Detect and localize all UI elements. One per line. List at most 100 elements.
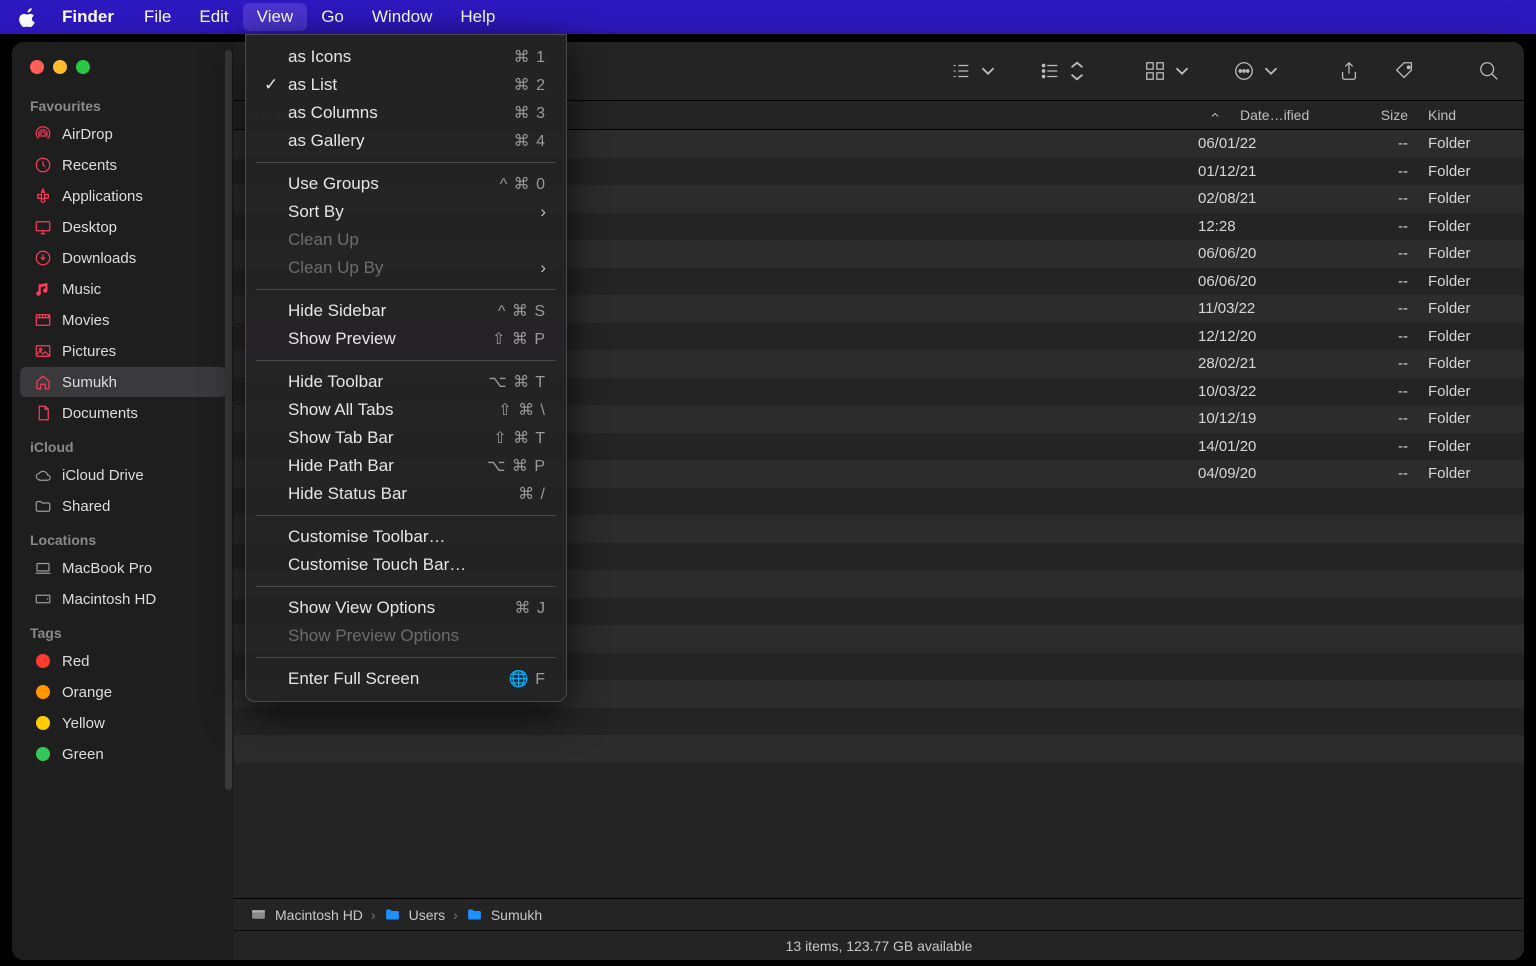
menu-item-sort-by[interactable]: Sort By› [246, 198, 566, 226]
sidebar-item-label: Macintosh HD [62, 591, 156, 608]
menubar-item-window[interactable]: Window [358, 3, 446, 31]
sidebar-item-sumukh[interactable]: Sumukh [20, 367, 226, 397]
menu-item-customise-touch-bar[interactable]: Customise Touch Bar… [246, 551, 566, 579]
view-options-button[interactable] [1033, 56, 1094, 86]
sidebar-item-label: Recents [62, 157, 117, 174]
group-by-button[interactable] [944, 56, 1005, 86]
sidebar-item-documents[interactable]: Documents [20, 398, 226, 428]
menu-item-hide-path-bar[interactable]: Hide Path Bar⌥ ⌘ P [246, 452, 566, 480]
menu-separator [256, 586, 556, 587]
sidebar-heading: Tags [12, 615, 234, 645]
sidebar-item-music[interactable]: Music [20, 274, 226, 304]
menu-item-label: Show Tab Bar [288, 428, 394, 448]
menu-item-hide-toolbar[interactable]: Hide Toolbar⌥ ⌘ T [246, 368, 566, 396]
sidebar-item-applications[interactable]: Applications [20, 181, 226, 211]
menubar-app[interactable]: Finder [48, 3, 128, 31]
column-date[interactable]: Date…ified [1232, 107, 1340, 123]
apple-logo-icon[interactable] [18, 7, 38, 27]
sidebar-scrollbar[interactable] [225, 50, 232, 790]
menu-separator [256, 657, 556, 658]
sidebar-item-macbook-pro[interactable]: MacBook Pro [20, 553, 226, 583]
sidebar-item-icloud-drive[interactable]: iCloud Drive [20, 460, 226, 490]
icon-view-button[interactable] [1138, 56, 1199, 86]
menu-item-show-preview[interactable]: Show Preview⇧ ⌘ P [246, 325, 566, 353]
column-kind[interactable]: Kind [1428, 107, 1524, 123]
minimize-button[interactable] [53, 60, 67, 74]
sidebar-item-downloads[interactable]: Downloads [20, 243, 226, 273]
sidebar-item-macintosh-hd[interactable]: Macintosh HD [20, 584, 226, 614]
chevron-right-icon: › [540, 258, 546, 278]
menu-shortcut: ⌘ 3 [514, 103, 546, 123]
tag-icon [34, 745, 52, 763]
sidebar-heading: Locations [12, 522, 234, 552]
search-button[interactable] [1472, 56, 1506, 86]
action-menu-button[interactable] [1227, 56, 1288, 86]
menubar-item-go[interactable]: Go [307, 3, 358, 31]
sort-indicator-icon[interactable] [1198, 109, 1232, 121]
sidebar-item-green[interactable]: Green [20, 739, 226, 769]
table-row[interactable] [234, 735, 1524, 763]
cell-size: -- [1340, 465, 1428, 482]
window-controls [12, 54, 234, 88]
menu-item-label: as Columns [288, 103, 378, 123]
tags-button[interactable] [1388, 56, 1422, 86]
sidebar-item-yellow[interactable]: Yellow [20, 708, 226, 738]
menu-item-label: as Icons [288, 47, 351, 67]
path-bar: Macintosh HD › Users › Sumukh [234, 898, 1524, 930]
menu-item-use-groups[interactable]: Use Groups ^ ⌘ 0 [246, 170, 566, 198]
menu-item-hide-sidebar[interactable]: Hide Sidebar^ ⌘ S [246, 297, 566, 325]
sidebar-item-desktop[interactable]: Desktop [20, 212, 226, 242]
cell-date: 06/06/20 [1198, 245, 1340, 262]
menu-item-as-gallery[interactable]: as Gallery⌘ 4 [246, 127, 566, 155]
sidebar-item-red[interactable]: Red [20, 646, 226, 676]
menu-item-show-tab-bar[interactable]: Show Tab Bar⇧ ⌘ T [246, 424, 566, 452]
sidebar-item-recents[interactable]: Recents [20, 150, 226, 180]
menu-item-show-view-options[interactable]: Show View Options⌘ J [246, 594, 566, 622]
table-row[interactable] [234, 708, 1524, 736]
cell-size: -- [1340, 163, 1428, 180]
menu-item-as-list[interactable]: ✓as List⌘ 2 [246, 71, 566, 99]
menubar-item-help[interactable]: Help [446, 3, 509, 31]
fullscreen-button[interactable] [76, 60, 90, 74]
menu-item-customise-toolbar[interactable]: Customise Toolbar… [246, 523, 566, 551]
share-button[interactable] [1332, 56, 1366, 86]
menu-item-as-icons[interactable]: as Icons⌘ 1 [246, 43, 566, 71]
close-button[interactable] [30, 60, 44, 74]
menu-item-clean-up: Clean Up [246, 226, 566, 254]
menu-item-label: Show View Options [288, 598, 435, 618]
cell-kind: Folder [1428, 135, 1524, 152]
menu-separator [256, 289, 556, 290]
menu-item-show-all-tabs[interactable]: Show All Tabs⇧ ⌘ \ [246, 396, 566, 424]
chevron-right-icon: › [540, 202, 546, 222]
column-size[interactable]: Size [1340, 107, 1428, 123]
menu-shortcut: ^ ⌘ 0 [500, 174, 546, 194]
path-segment[interactable]: Users [409, 907, 446, 923]
tag-icon [34, 714, 52, 732]
path-segment[interactable]: Sumukh [491, 907, 542, 923]
menu-item-label: Use Groups [288, 174, 379, 194]
sidebar-item-movies[interactable]: Movies [20, 305, 226, 335]
menubar-item-view[interactable]: View [243, 3, 308, 31]
menubar-item-edit[interactable]: Edit [185, 3, 242, 31]
sidebar-item-label: Green [62, 746, 104, 763]
movies-icon [34, 311, 52, 329]
disk-icon [34, 590, 52, 608]
menu-item-hide-status-bar[interactable]: Hide Status Bar⌘ / [246, 480, 566, 508]
cell-date: 06/06/20 [1198, 273, 1340, 290]
menu-item-as-columns[interactable]: as Columns ⌘ 3 [246, 99, 566, 127]
sidebar-item-pictures[interactable]: Pictures [20, 336, 226, 366]
sidebar-item-label: MacBook Pro [62, 560, 152, 577]
sidebar-item-orange[interactable]: Orange [20, 677, 226, 707]
cell-kind: Folder [1428, 355, 1524, 372]
disk-icon [250, 906, 267, 923]
music-icon [34, 280, 52, 298]
path-segment[interactable]: Macintosh HD [275, 907, 363, 923]
sidebar-item-airdrop[interactable]: AirDrop [20, 119, 226, 149]
menu-item-enter-full-screen[interactable]: Enter Full Screen🌐 F [246, 665, 566, 693]
sidebar-item-label: AirDrop [62, 126, 113, 143]
cell-date: 12/12/20 [1198, 328, 1340, 345]
menu-shortcut: ⌥ ⌘ T [488, 372, 546, 392]
cell-date: 11/03/22 [1198, 300, 1340, 317]
menubar-item-file[interactable]: File [130, 3, 185, 31]
sidebar-item-shared[interactable]: Shared [20, 491, 226, 521]
